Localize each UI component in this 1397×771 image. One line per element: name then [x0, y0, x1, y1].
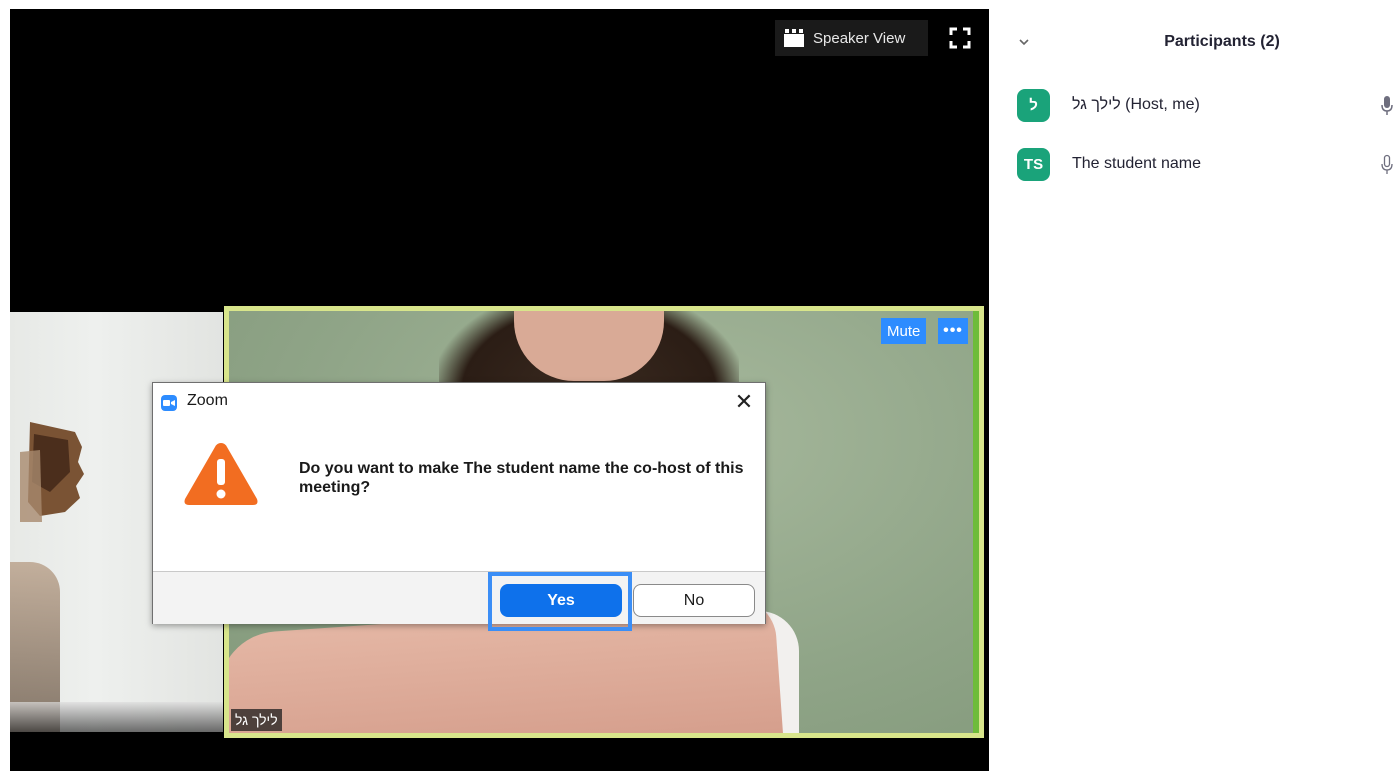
yes-button[interactable]: Yes	[500, 584, 622, 617]
speaker-view-button[interactable]: Speaker View	[775, 20, 928, 56]
participant-name: לילך גל (Host, me)	[1072, 96, 1200, 113]
participants-panel: Participants (2) ל לילך גל (Host, me) TS…	[990, 0, 1397, 771]
close-icon[interactable]: ✕	[733, 391, 755, 413]
zoom-window: Speaker View Mute ••• לילך גל Zoom ✕ Do …	[0, 0, 1397, 771]
zoom-app-icon	[161, 395, 177, 411]
tile-shadow	[10, 702, 223, 732]
fullscreen-icon	[949, 27, 971, 49]
mic-icon[interactable]	[1379, 95, 1395, 117]
mic-icon[interactable]	[1379, 154, 1395, 176]
dialog-message: Do you want to make The student name the…	[299, 460, 744, 496]
avatar: ל	[1017, 89, 1050, 122]
participant-row[interactable]: TS The student name	[990, 143, 1397, 187]
mask-decoration	[20, 422, 84, 522]
fullscreen-button[interactable]	[942, 20, 978, 56]
no-button[interactable]: No	[633, 584, 755, 617]
participant-row[interactable]: ל לילך גל (Host, me)	[990, 84, 1397, 128]
participant-name: The student name	[1072, 155, 1201, 172]
speaker-view-label: Speaker View	[813, 29, 906, 47]
participant-name-tag: לילך גל	[231, 709, 282, 731]
tile-edge	[973, 311, 979, 733]
avatar: TS	[1017, 148, 1050, 181]
more-options-button[interactable]: •••	[938, 318, 968, 344]
dialog-title: Zoom	[187, 392, 228, 409]
speaker-view-icon	[784, 29, 804, 47]
mute-participant-button[interactable]: Mute	[881, 318, 927, 344]
dialog-titlebar: Zoom ✕	[153, 383, 765, 419]
panel-title: Participants (2)	[1164, 33, 1280, 50]
make-cohost-dialog: Zoom ✕ Do you want to make The student n…	[152, 382, 766, 631]
dialog-footer: Yes No	[153, 571, 765, 631]
warning-icon	[184, 443, 258, 505]
